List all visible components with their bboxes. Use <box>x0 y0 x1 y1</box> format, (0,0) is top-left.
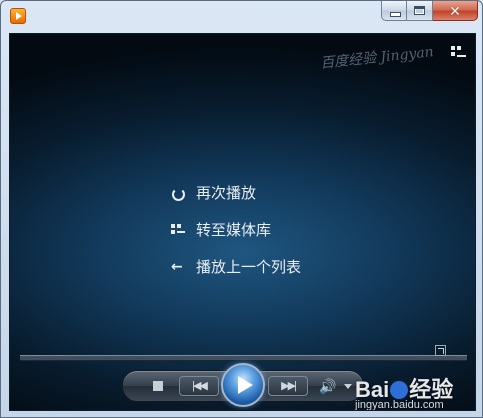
baidu-watermark: Bai 经验 jingyan.baidu.com <box>355 372 475 411</box>
title-bar[interactable]: ✕ <box>1 1 482 33</box>
stop-button[interactable] <box>153 381 163 391</box>
menu-item-label: 转至媒体库 <box>196 221 272 239</box>
previous-button[interactable]: |◀◀ <box>179 376 219 396</box>
menu-item-play-previous-list[interactable]: ← 播放上一个列表 <box>170 248 301 285</box>
volume-dropdown-icon[interactable] <box>344 384 352 389</box>
watermark-top: 百度经验 Jingyan <box>319 44 435 72</box>
media-player-app-icon[interactable] <box>10 8 26 24</box>
close-icon: ✕ <box>449 3 461 19</box>
maximize-button[interactable] <box>407 1 433 21</box>
menu-item-replay[interactable]: 再次播放 <box>170 174 301 211</box>
caption-buttons: ✕ <box>381 1 478 21</box>
library-icon <box>170 222 186 238</box>
media-player-window: ✕ 百度经验 Jingyan 再次播放 转至媒体库 ← 播放上一个列表 |◀◀ … <box>0 0 483 418</box>
baidu-url: jingyan.baidu.com <box>355 399 444 411</box>
baidu-paw-icon <box>390 381 409 399</box>
switch-to-now-playing-icon[interactable] <box>435 345 446 356</box>
seek-bar[interactable] <box>20 355 467 361</box>
switch-to-library-icon[interactable] <box>451 46 467 62</box>
play-button[interactable] <box>221 363 265 407</box>
back-arrow-icon: ← <box>171 258 183 275</box>
menu-item-label: 再次播放 <box>196 184 257 202</box>
minimize-icon <box>390 12 401 17</box>
menu-item-label: 播放上一个列表 <box>196 258 302 276</box>
minimize-button[interactable] <box>381 1 407 21</box>
playback-controls: |◀◀ ▶▶| 🔊 <box>122 363 364 407</box>
volume-icon[interactable]: 🔊 <box>319 377 336 395</box>
menu-item-go-to-library[interactable]: 转至媒体库 <box>170 211 301 248</box>
video-area[interactable]: 百度经验 Jingyan 再次播放 转至媒体库 ← 播放上一个列表 |◀◀ ▶▶… <box>9 33 476 411</box>
replay-icon <box>170 185 186 201</box>
end-of-playback-menu: 再次播放 转至媒体库 ← 播放上一个列表 <box>170 174 301 285</box>
maximize-icon <box>414 6 425 15</box>
close-button[interactable]: ✕ <box>433 1 478 21</box>
next-button[interactable]: ▶▶| <box>268 376 308 396</box>
